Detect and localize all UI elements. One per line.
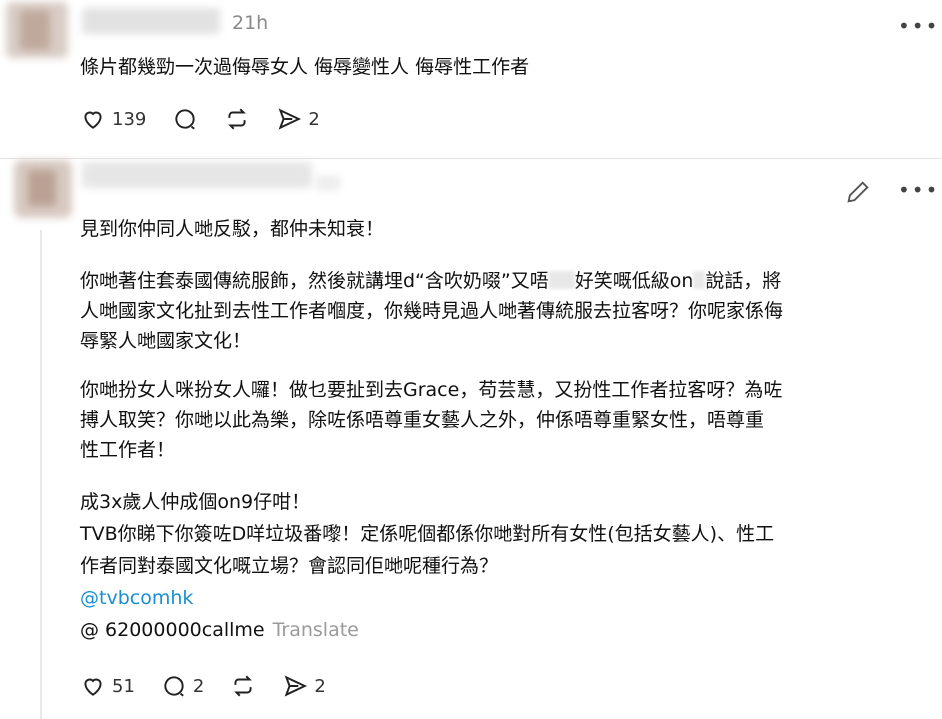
share-icon (284, 675, 308, 697)
share-count: 2 (314, 675, 326, 697)
username-redacted[interactable] (82, 8, 220, 34)
username-redacted[interactable] (82, 162, 312, 188)
reply-paragraph: 見到你仲同人哋反駁，都仲未知衰！ (80, 218, 385, 240)
text-span: 辱緊人哋國家文化！ (80, 330, 252, 352)
text-span: 成3x歲人仲成個on9仔咁！ (80, 491, 311, 513)
comment-icon (164, 676, 184, 697)
like-button[interactable]: 139 (80, 106, 146, 132)
post-text: 條片都幾勁一次過侮辱女人 侮辱變性人 侮辱性工作者 (80, 56, 530, 78)
time-redacted (316, 176, 340, 190)
reply-paragraph: 你哋著住套泰國傳統服飾，然後就講埋d“含吹奶啜”又唔 好笑嘅低級on 說話，將 人哋… (80, 266, 783, 356)
text-span: 你哋扮女人咪扮女人囉！做乜要扯到去Grace，苟芸慧，又扮性工作者拉客呀？為咗 (80, 379, 783, 401)
post-time: 21h (232, 12, 269, 34)
more-icon[interactable]: ••• (898, 178, 939, 202)
heart-icon (84, 111, 102, 129)
like-button[interactable]: 51 (80, 673, 135, 699)
share-icon (278, 108, 302, 130)
avatar-detail (28, 170, 56, 206)
post-actions: 139 2 (80, 104, 346, 134)
like-count: 51 (112, 675, 135, 697)
text-span: TVB你睇下你簽咗D咩垃圾番嚟！定係呢個都係你哋對所有女性(包括女藝人)、性工 (80, 523, 775, 545)
text-span: 性工作者！ (80, 439, 176, 461)
redacted-word (693, 271, 706, 289)
divider (0, 158, 942, 159)
post-actions: 51 2 2 (80, 671, 352, 701)
more-icon[interactable]: ••• (898, 14, 939, 38)
edit-icon[interactable] (844, 178, 872, 206)
comment-button[interactable] (172, 106, 198, 132)
text-span: 人哋國家文化扯到去性工作者嗰度，你幾時見過人哋著傳統服去拉客呀？你呢家係侮 (80, 300, 784, 322)
mention-link[interactable]: @tvbcomhk (80, 587, 193, 609)
repost-icon (234, 675, 253, 697)
text-span: 好笑嘅低級on (574, 270, 694, 292)
comment-icon (175, 109, 196, 130)
reply-count: 2 (192, 675, 205, 697)
text-span: 作者同對泰國文化嘅立場？會認同佢哋呢種行為？ (80, 555, 499, 577)
text-span: 說話，將 (705, 270, 782, 292)
handle-text[interactable]: @ 62000000callme (80, 619, 265, 641)
repost-icon (228, 108, 247, 130)
share-button[interactable]: 2 (276, 106, 320, 132)
thread-line (40, 230, 42, 719)
comment-button[interactable]: 2 (161, 673, 204, 699)
heart-icon (84, 678, 102, 696)
redacted-word (548, 271, 575, 289)
repost-button[interactable] (230, 673, 256, 699)
avatar-detail (20, 10, 50, 50)
translate-link[interactable]: Translate (273, 619, 359, 641)
like-count: 139 (112, 108, 147, 130)
reply-paragraph: 你哋扮女人咪扮女人囉！做乜要扯到去Grace，苟芸慧，又扮性工作者拉客呀？為咗 … (80, 375, 782, 465)
repost-button[interactable] (224, 106, 250, 132)
text-span: 搏人取笑？你哋以此為樂，除咗係唔尊重女藝人之外，仲係唔尊重緊女性，唔尊重 (80, 409, 765, 431)
share-button[interactable]: 2 (282, 673, 326, 699)
share-count: 2 (308, 108, 320, 130)
reply-paragraph: 成3x歲人仲成個on9仔咁！ TVB你睇下你簽咗D咩垃圾番嚟！定係呢個都係你哋對… (80, 486, 774, 646)
text-span: 你哋著住套泰國傳統服飾，然後就講埋d“含吹奶啜”又唔 (80, 270, 549, 292)
